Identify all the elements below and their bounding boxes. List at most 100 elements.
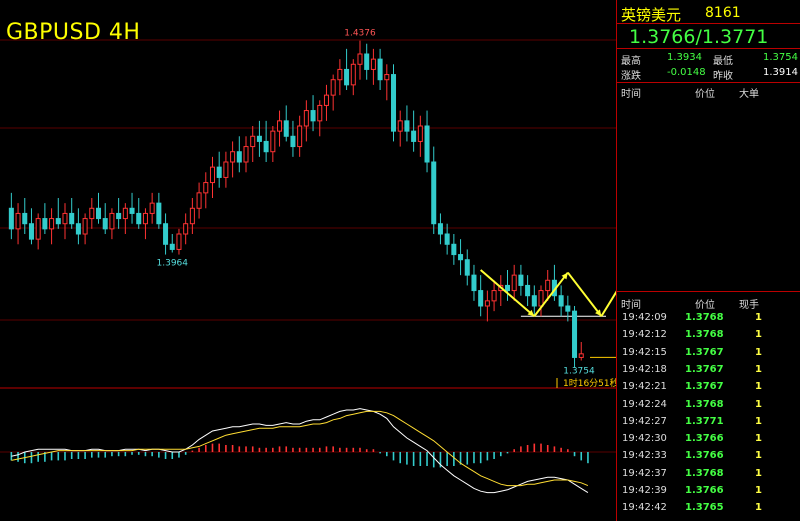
quote-panel: 英镑美元 8161 1.3766/1.3771 最高 1.3934 最低 1.3… (616, 0, 800, 521)
tick-volume: 1 (755, 312, 762, 323)
candle-body (270, 130, 276, 153)
candle-body (417, 125, 423, 142)
candle-body (364, 53, 370, 70)
high-price-label: 1.4376 (344, 29, 376, 39)
candle-body (464, 259, 470, 276)
candle-body (558, 295, 564, 307)
candle-body (209, 166, 216, 184)
candle-body (142, 212, 148, 225)
tick-time: 19:42:18 (622, 363, 667, 375)
candle-body (391, 74, 397, 132)
candle-body (525, 284, 531, 297)
high-label: 最高 (621, 56, 641, 67)
candlestick-chart[interactable]: 1.4376 1.3964 1.37541时16分51秒 (0, 0, 616, 521)
candle-body (478, 290, 484, 307)
tick-volume: 1 (755, 467, 762, 479)
candle-body (283, 120, 289, 137)
tick-volume: 1 (755, 450, 762, 462)
low-value: 1.3754 (763, 52, 798, 63)
candle-body (370, 58, 376, 70)
candle-body (69, 212, 75, 225)
bar-countdown-timer: 1时16分51秒 (563, 377, 616, 389)
candle-body (96, 207, 102, 220)
tick-time: 19:42:33 (622, 450, 667, 462)
candle-body (572, 310, 578, 358)
instrument-name: 英镑美元 (621, 6, 682, 24)
candle-body (149, 202, 155, 214)
candle-body (290, 135, 296, 148)
tick-volume: 1 (755, 485, 762, 496)
candle-body (431, 161, 437, 225)
tick-volume: 1 (755, 363, 762, 375)
high-value: 1.3934 (667, 52, 702, 63)
tick-volume: 1 (755, 398, 762, 410)
tick-price: 1.3766 (685, 433, 724, 445)
candle-body (35, 218, 41, 240)
tick-time: 19:42:15 (622, 346, 667, 358)
candle-body (357, 53, 363, 65)
candle-body (55, 218, 61, 225)
trend-arrow-line (600, 290, 616, 317)
candle-body (344, 68, 350, 86)
tick-time: 19:42:09 (622, 312, 667, 323)
tick-time: 19:42:37 (622, 467, 667, 479)
divider (617, 291, 800, 292)
candle-body (169, 243, 175, 250)
candle-body (22, 212, 28, 225)
candle-body (471, 274, 477, 292)
candle-body (223, 161, 229, 178)
candle-body (49, 218, 55, 230)
tick-price: 1.3766 (685, 485, 724, 496)
candle-body (62, 212, 68, 225)
candle-body (538, 290, 544, 307)
tick-price: 1.3765 (685, 502, 724, 514)
tick-volume: 1 (755, 329, 762, 341)
prev-close-label: 昨收 (713, 71, 733, 82)
candle-body (384, 74, 390, 81)
candle-body (444, 233, 450, 245)
chart-area: 1.4376 1.3964 1.3754 1时16分51秒 GBPUSD 4H (0, 0, 616, 521)
instrument-code: 8161 (705, 5, 741, 21)
tick-time: 19:42:39 (622, 485, 667, 496)
tick-time: 19:42:42 (622, 502, 667, 514)
candle-body (437, 223, 443, 235)
trend-arrow-line (567, 271, 603, 317)
candle-body (545, 279, 551, 292)
tick-price: 1.3767 (685, 363, 724, 375)
tick-price: 1.3771 (685, 415, 724, 427)
tick-header-time: 时间 (621, 300, 641, 311)
candle-body (256, 135, 262, 142)
candle-body (250, 135, 256, 148)
candle-body (89, 207, 95, 220)
tick-price: 1.3766 (685, 450, 724, 462)
tick-price: 1.3768 (685, 312, 724, 323)
candle-body (565, 305, 571, 312)
candle-body (458, 254, 464, 261)
candle-body (243, 146, 249, 163)
candle-body (189, 207, 195, 225)
candle-body (330, 79, 336, 96)
candle-body (102, 218, 108, 230)
candle-body (277, 120, 283, 132)
big-header-big: 大单 (739, 89, 759, 100)
low-price-label: 1.3964 (157, 259, 189, 269)
candle-body (531, 295, 537, 307)
tick-time: 19:42:30 (622, 433, 667, 445)
divider (617, 82, 800, 83)
candle-body (82, 218, 88, 235)
candle-body (230, 151, 236, 163)
candle-body (323, 94, 329, 106)
prev-close-value: 1.3914 (763, 67, 798, 78)
candle-body (156, 202, 162, 225)
candle-body (42, 218, 48, 230)
candle-body (75, 223, 81, 235)
tick-time: 19:42:24 (622, 398, 667, 410)
candle-body (183, 223, 189, 235)
last-price-label: 1.3754 (563, 367, 595, 377)
tick-volume: 1 (755, 381, 762, 393)
candle-body (511, 274, 517, 292)
candle-body (176, 233, 182, 250)
divider (617, 48, 800, 49)
candle-body (203, 182, 209, 194)
candle-body (404, 120, 410, 132)
